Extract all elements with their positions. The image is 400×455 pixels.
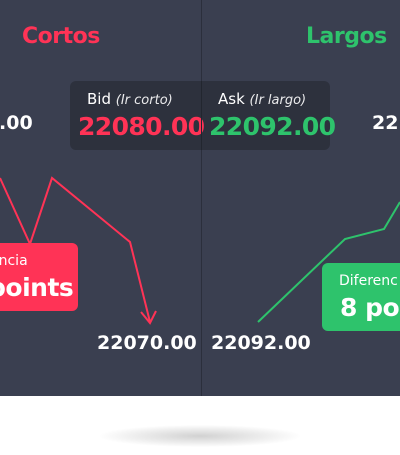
ask-hint: (Ir largo) — [249, 93, 307, 108]
quote-box: Bid (Ir corto) 22080.00 Ask (Ir largo) 2… — [70, 81, 336, 150]
bid-value: 22080.00 — [78, 112, 205, 141]
ask-value: 22092.00 — [209, 112, 336, 141]
left-bottom-price: 22070.00 — [97, 332, 197, 354]
price-lines — [0, 176, 400, 325]
price-panel: Cortos Largos .00 22 encia points Difere… — [0, 0, 400, 396]
long-badge-points: 8 poi — [340, 293, 400, 322]
bid-quote[interactable]: Bid (Ir corto) 22080.00 — [70, 81, 205, 150]
long-badge-title: Diferenc — [339, 273, 398, 289]
bid-label: Bid (Ir corto) — [87, 90, 173, 108]
right-bottom-price: 22092.00 — [211, 332, 311, 354]
short-badge-points: points — [0, 273, 74, 302]
short-badge-title: encia — [0, 253, 28, 269]
ask-quote[interactable]: Ask (Ir largo) 22092.00 — [201, 81, 336, 150]
bid-label-text: Bid — [87, 90, 111, 108]
bid-hint: (Ir corto) — [115, 93, 173, 108]
drop-shadow — [100, 425, 300, 447]
ask-label-text: Ask — [218, 90, 245, 108]
short-difference-badge: encia points — [0, 243, 78, 311]
long-difference-badge: Diferenc 8 poi — [322, 263, 400, 331]
ask-label: Ask (Ir largo) — [218, 90, 306, 108]
